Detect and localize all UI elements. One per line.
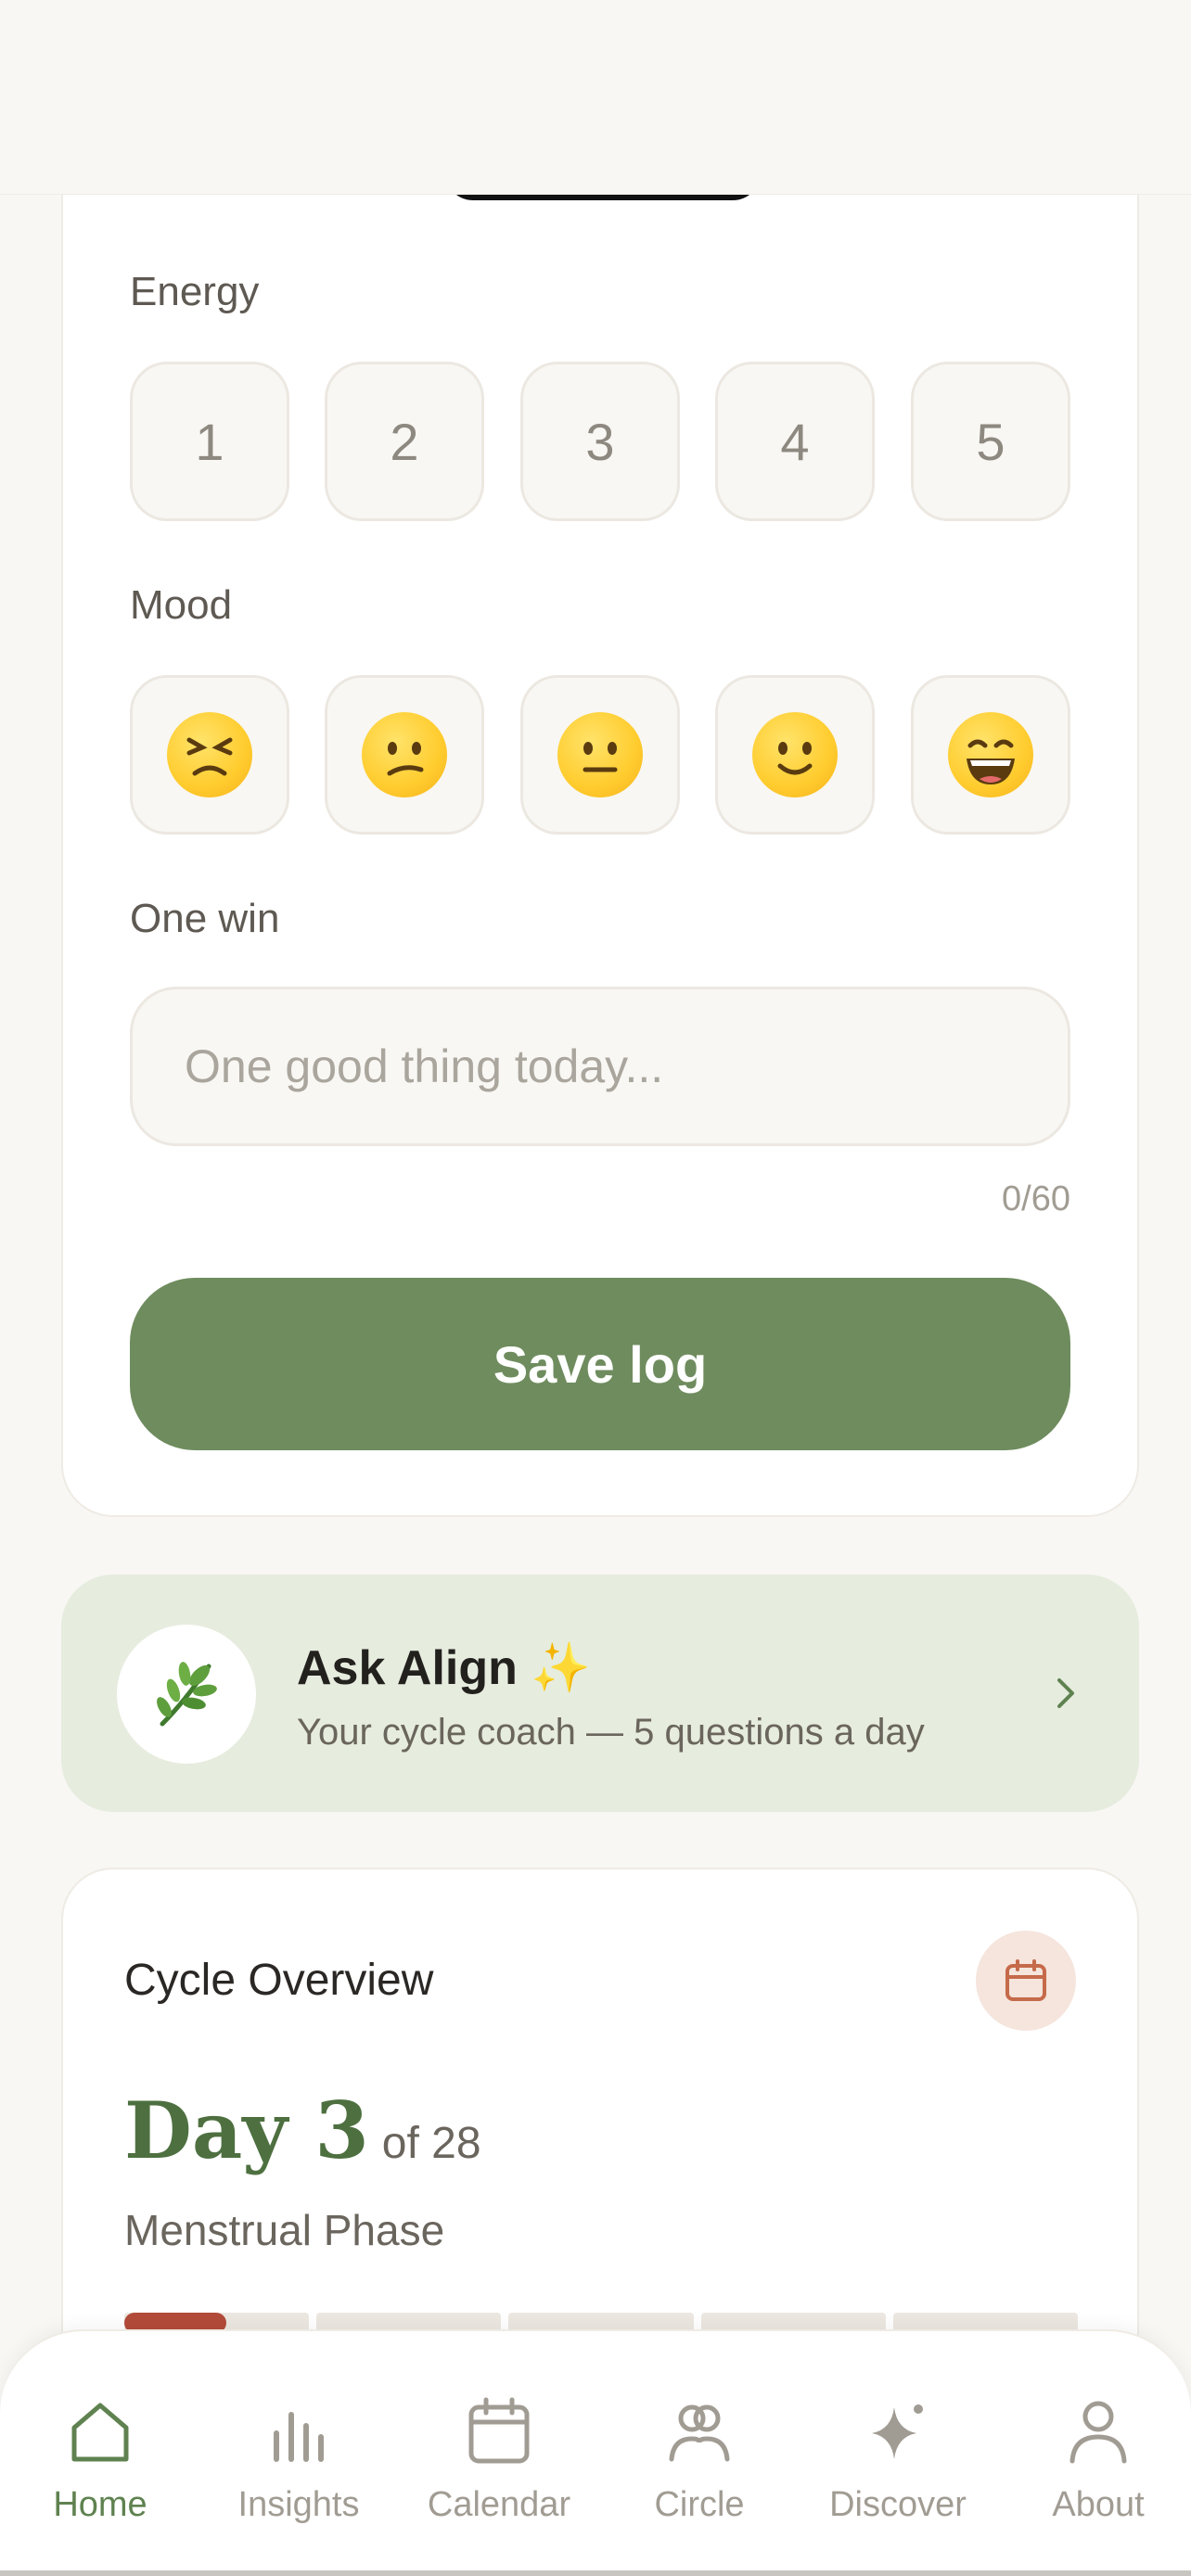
nav-label-discover: Discover: [829, 2485, 967, 2524]
mood-label: Mood: [130, 582, 233, 628]
nav-label-calendar: Calendar: [427, 2485, 571, 2524]
energy-label: Energy: [130, 269, 260, 314]
mood-option-4[interactable]: [715, 675, 875, 835]
persevering-face-icon: [167, 712, 252, 797]
nav-label-circle: Circle: [654, 2485, 745, 2524]
calendar-icon: [1005, 1959, 1046, 2001]
people-icon: [669, 2404, 730, 2462]
person-icon: [1069, 2401, 1127, 2464]
mood-option-5[interactable]: [911, 675, 1070, 835]
nav-label-about: About: [1052, 2485, 1145, 2524]
one-win-input[interactable]: [130, 987, 1070, 1146]
bottom-nav: Home Insights Calendar Circle Discover A…: [0, 2329, 1191, 2576]
energy-option-4[interactable]: 4: [715, 362, 875, 521]
bar-chart-icon: [274, 2412, 324, 2462]
energy-options: 1 2 3 4 5: [130, 362, 1070, 521]
nav-item-calendar[interactable]: Calendar: [406, 2396, 592, 2544]
ask-avatar: [117, 1625, 256, 1764]
energy-option-1[interactable]: 1: [130, 362, 289, 521]
cycle-day: Day 3 of 28: [124, 2085, 481, 2176]
nav-item-about[interactable]: About: [1005, 2396, 1191, 2544]
confused-face-icon: [362, 712, 447, 797]
top-bar: [0, 0, 1191, 195]
nav-item-insights[interactable]: Insights: [206, 2396, 391, 2544]
mood-option-2[interactable]: [325, 675, 484, 835]
mood-options: [130, 675, 1070, 835]
ask-align-subtitle: Your cycle coach — 5 questions a day: [297, 1712, 925, 1753]
day-of-total: of 28: [381, 2119, 481, 2168]
ask-align-card[interactable]: Ask Align ✨ Your cycle coach — 5 questio…: [61, 1575, 1139, 1812]
save-log-button[interactable]: Save log: [130, 1278, 1070, 1450]
home-indicator-edge: [0, 2570, 1191, 2576]
ask-align-title: Ask Align ✨: [297, 1641, 592, 1695]
energy-option-3[interactable]: 3: [520, 362, 680, 521]
calendar-icon: [468, 2397, 530, 2464]
nav-item-discover[interactable]: Discover: [805, 2396, 991, 2544]
slightly-smiling-face-icon: [752, 712, 838, 797]
nav-item-home[interactable]: Home: [7, 2396, 193, 2544]
grinning-face-icon: [948, 712, 1033, 797]
sparkle-icon: [872, 2404, 923, 2459]
nav-item-circle[interactable]: Circle: [607, 2396, 792, 2544]
mood-option-1[interactable]: [130, 675, 289, 835]
nav-label-home: Home: [53, 2485, 147, 2524]
mood-option-3[interactable]: [520, 675, 680, 835]
home-icon: [71, 2403, 129, 2462]
herb-icon: [157, 1662, 217, 1727]
calendar-button[interactable]: [976, 1931, 1076, 2031]
phase-name: Menstrual Phase: [124, 2206, 445, 2254]
character-counter: 0/60: [1002, 1180, 1070, 1218]
energy-option-2[interactable]: 2: [325, 362, 484, 521]
day-number: Day 3: [124, 2085, 369, 2176]
nav-label-insights: Insights: [237, 2485, 360, 2524]
one-win-label: One win: [130, 896, 280, 941]
neutral-face-icon: [557, 712, 643, 797]
cycle-overview-title: Cycle Overview: [124, 1956, 434, 2005]
energy-option-5[interactable]: 5: [911, 362, 1070, 521]
chevron-right-icon: [1057, 1678, 1074, 1708]
